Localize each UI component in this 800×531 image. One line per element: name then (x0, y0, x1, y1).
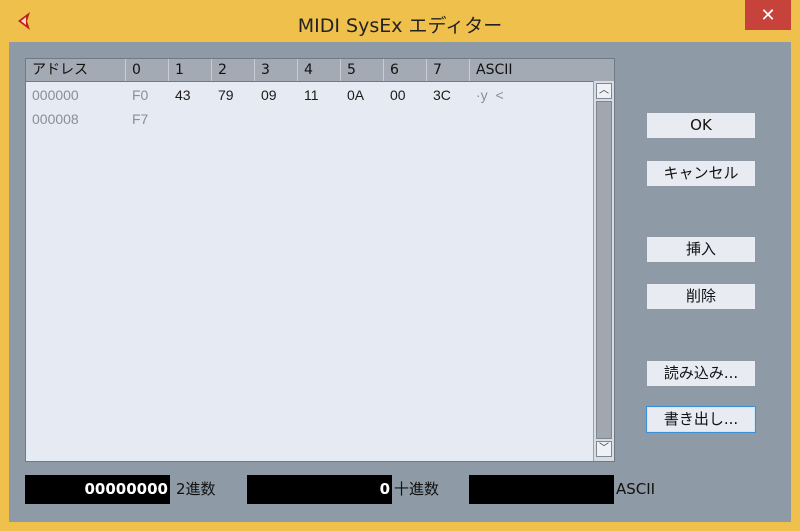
title-bar[interactable]: MIDI SysEx エディター ✕ (0, 0, 800, 42)
column-header-5[interactable]: 5 (341, 59, 384, 81)
column-header-3[interactable]: 3 (255, 59, 298, 81)
ascii-label: ASCII (616, 480, 656, 498)
load-button[interactable]: 読み込み... (646, 360, 756, 387)
ok-button[interactable]: OK (646, 112, 756, 139)
window-title: MIDI SysEx エディター (297, 15, 503, 37)
byte-cell[interactable]: 3C (427, 83, 470, 107)
vertical-scrollbar[interactable]: ︿ ﹀ (593, 81, 614, 461)
column-header-2[interactable]: 2 (212, 59, 255, 81)
column-header-address[interactable]: アドレス (26, 59, 126, 81)
cancel-button[interactable]: キャンセル (646, 160, 756, 187)
byte-cell[interactable]: 43 (169, 83, 212, 107)
byte-cell[interactable]: 00 (384, 83, 427, 107)
sysex-data-grid[interactable]: アドレス 0 1 2 3 4 5 6 7 ASCII 000000 F0 43 … (25, 58, 615, 462)
decimal-label: 十進数 (394, 480, 440, 498)
byte-cell[interactable]: 0A (341, 83, 384, 107)
byte-cell[interactable]: 79 (212, 83, 255, 107)
column-header-7[interactable]: 7 (427, 59, 470, 81)
insert-button[interactable]: 挿入 (646, 236, 756, 263)
ascii-value-field[interactable] (469, 475, 614, 504)
binary-value-field[interactable]: 00000000 (25, 475, 170, 504)
byte-cell[interactable]: F0 (126, 83, 169, 107)
binary-label: 2進数 (176, 480, 216, 498)
export-button[interactable]: 書き出し... (646, 406, 756, 433)
decimal-value-field[interactable]: 0 (247, 475, 392, 504)
table-row[interactable]: 000008 F7 (26, 107, 592, 131)
byte-cell[interactable]: 09 (255, 83, 298, 107)
sysex-editor-window: MIDI SysEx エディター ✕ アドレス 0 1 2 3 4 5 6 7 … (0, 0, 800, 531)
column-header-0[interactable]: 0 (126, 59, 169, 81)
address-cell: 000000 (32, 87, 79, 103)
column-header-1[interactable]: 1 (169, 59, 212, 81)
close-button[interactable]: ✕ (745, 0, 791, 30)
address-cell: 000008 (32, 111, 79, 127)
scroll-down-button[interactable]: ﹀ (596, 441, 612, 457)
column-header-4[interactable]: 4 (298, 59, 341, 81)
ascii-cell[interactable]: ·y < (470, 83, 590, 107)
byte-cell[interactable]: 11 (298, 83, 341, 107)
scrollbar-thumb[interactable] (596, 101, 612, 439)
column-header-6[interactable]: 6 (384, 59, 427, 81)
scroll-up-button[interactable]: ︿ (596, 83, 612, 99)
grid-header: アドレス 0 1 2 3 4 5 6 7 ASCII (26, 59, 614, 82)
byte-cell[interactable]: F7 (126, 107, 169, 131)
table-row[interactable]: 000000 F0 43 79 09 11 0A 00 3C ·y < (26, 83, 592, 107)
delete-button[interactable]: 削除 (646, 283, 756, 310)
dialog-body: アドレス 0 1 2 3 4 5 6 7 ASCII 000000 F0 43 … (9, 42, 791, 522)
column-header-ascii[interactable]: ASCII (470, 59, 614, 81)
